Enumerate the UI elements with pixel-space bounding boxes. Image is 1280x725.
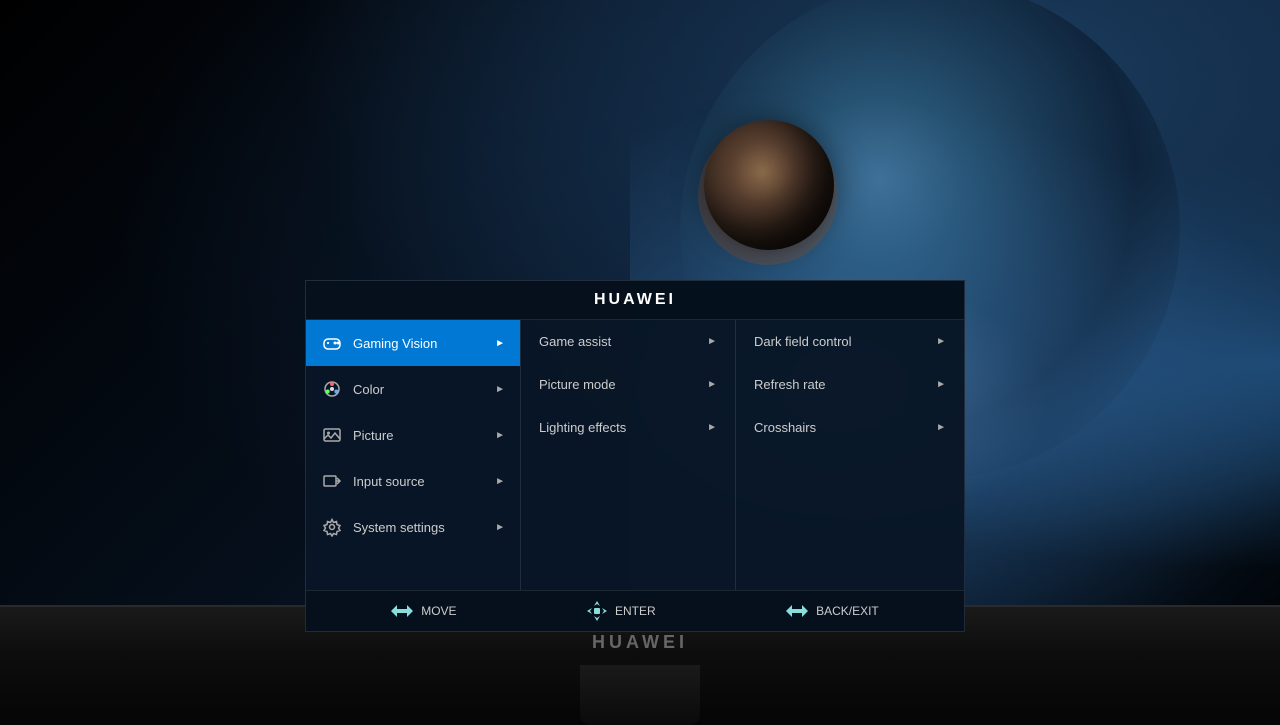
menu-item-input-source[interactable]: Input source ►: [306, 458, 520, 504]
right-item-crosshairs[interactable]: Crosshairs ►: [736, 406, 964, 449]
picture-mode-arrow: ►: [707, 379, 717, 390]
monitor-stand: [580, 665, 700, 725]
back-exit-label: BACK/EXIT: [816, 604, 879, 618]
game-assist-arrow: ►: [707, 336, 717, 347]
move-label: MOVE: [421, 604, 456, 618]
osd-title-text: HUAWEI: [594, 291, 676, 308]
refresh-rate-label: Refresh rate: [754, 377, 826, 392]
system-settings-label: System settings: [353, 520, 485, 535]
lighting-effects-label: Lighting effects: [539, 420, 626, 435]
osd-footer: MOVE ENTER BACK/EXIT: [306, 590, 964, 631]
menu-item-color[interactable]: Color ►: [306, 366, 520, 412]
enter-label: ENTER: [615, 604, 656, 618]
color-arrow: ►: [495, 384, 505, 395]
gaming-vision-arrow: ►: [495, 338, 505, 349]
planet: [704, 120, 834, 250]
picture-label: Picture: [353, 428, 485, 443]
game-assist-label: Game assist: [539, 334, 611, 349]
refresh-rate-arrow: ►: [936, 379, 946, 390]
input-source-arrow: ►: [495, 476, 505, 487]
osd-title: HUAWEI: [306, 281, 964, 320]
right-item-refresh-rate[interactable]: Refresh rate ►: [736, 363, 964, 406]
input-source-label: Input source: [353, 474, 485, 489]
lighting-effects-arrow: ►: [707, 422, 717, 433]
osd-sub-menu: Game assist ► Picture mode ► Lighting ef…: [521, 320, 736, 590]
footer-back-exit: BACK/EXIT: [786, 603, 879, 619]
gear-icon: [321, 516, 343, 538]
sub-item-lighting-effects[interactable]: Lighting effects ►: [521, 406, 735, 449]
dpad-all-icon: [587, 601, 607, 621]
osd-main-menu: Gaming Vision ► Color ►: [306, 320, 521, 590]
sub-item-picture-mode[interactable]: Picture mode ►: [521, 363, 735, 406]
color-label: Color: [353, 382, 485, 397]
footer-enter: ENTER: [587, 601, 656, 621]
footer-move: MOVE: [391, 603, 456, 619]
picture-icon: [321, 424, 343, 446]
menu-item-gaming-vision[interactable]: Gaming Vision ►: [306, 320, 520, 366]
picture-arrow: ►: [495, 430, 505, 441]
osd-menu: HUAWEI Gaming Vision ►: [305, 280, 965, 632]
input-icon: [321, 470, 343, 492]
color-icon: [321, 378, 343, 400]
dpad-back-icon: [786, 603, 808, 619]
dpad-horizontal-icon: [391, 603, 413, 619]
osd-body: Gaming Vision ► Color ►: [306, 320, 964, 590]
gamepad-icon: [321, 332, 343, 354]
crosshairs-arrow: ►: [936, 422, 946, 433]
picture-mode-label: Picture mode: [539, 377, 616, 392]
right-item-dark-field-control[interactable]: Dark field control ►: [736, 320, 964, 363]
menu-item-system-settings[interactable]: System settings ►: [306, 504, 520, 550]
crosshairs-label: Crosshairs: [754, 420, 816, 435]
system-settings-arrow: ►: [495, 522, 505, 533]
gaming-vision-label: Gaming Vision: [353, 336, 485, 351]
menu-item-picture[interactable]: Picture ►: [306, 412, 520, 458]
monitor-brand: HUAWEI: [592, 632, 688, 653]
sub-item-game-assist[interactable]: Game assist ►: [521, 320, 735, 363]
osd-options-menu: Dark field control ► Refresh rate ► Cros…: [736, 320, 964, 590]
dark-field-control-arrow: ►: [936, 336, 946, 347]
dark-field-control-label: Dark field control: [754, 334, 852, 349]
